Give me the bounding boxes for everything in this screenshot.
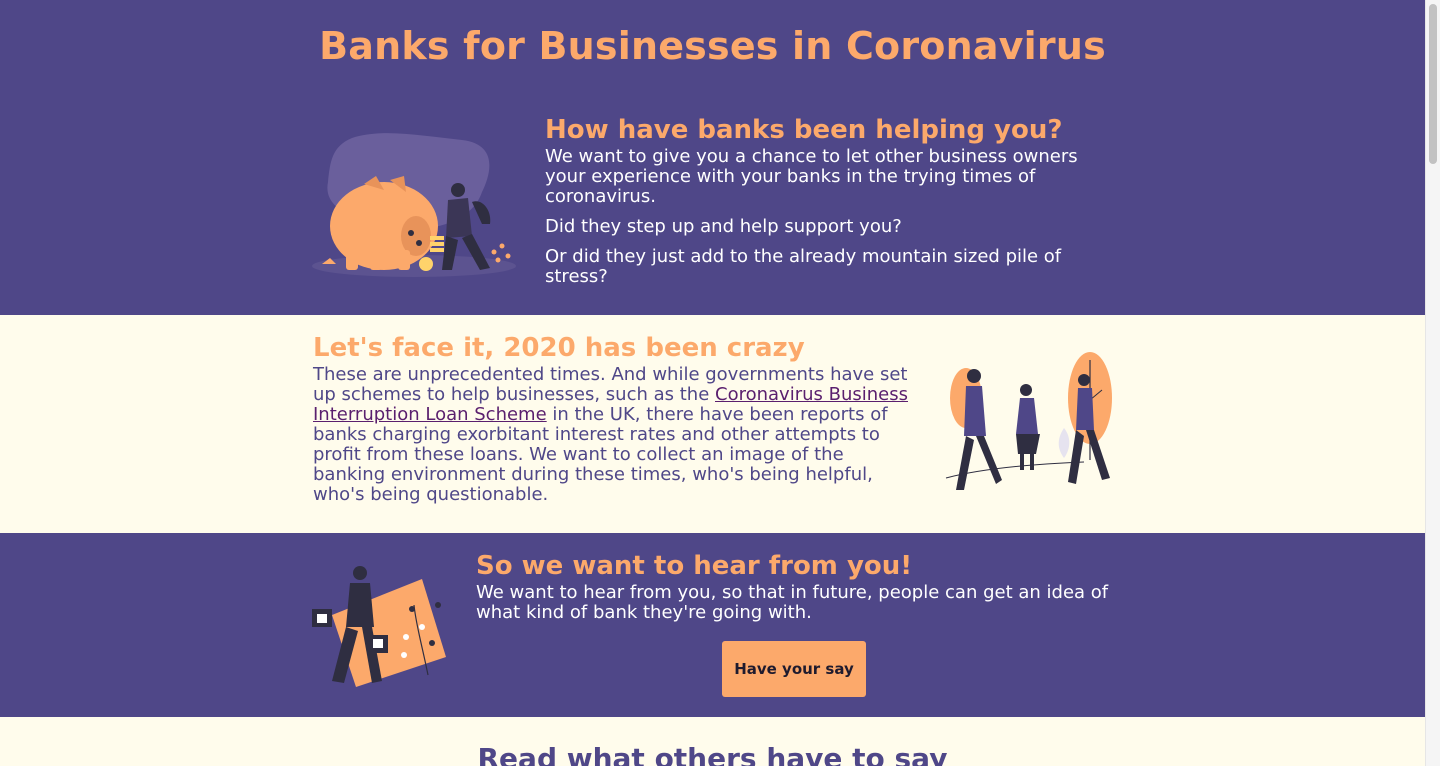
- help-section-text: How have banks been helping you? We want…: [545, 115, 1085, 287]
- page: Banks for Businesses in Coronavirus How …: [0, 0, 1425, 766]
- read-heading: Read what others have to say: [477, 742, 948, 766]
- help-paragraph-2: Did they step up and help support you?: [545, 216, 902, 237]
- page-title: Banks for Businesses in Coronavirus: [319, 24, 1106, 68]
- help-paragraph-3: Or did they just add to the already moun…: [545, 246, 1062, 287]
- crazy-section-text: Let's face it, 2020 has been crazy These…: [313, 333, 913, 505]
- scrollbar-thumb[interactable]: [1429, 4, 1437, 164]
- have-your-say-button[interactable]: Have your say: [722, 641, 866, 697]
- hear-section-text: So we want to hear from you! We want to …: [476, 551, 1116, 623]
- help-heading: How have banks been helping you?: [545, 115, 1063, 145]
- vertical-scrollbar[interactable]: [1425, 0, 1440, 766]
- crazy-heading: Let's face it, 2020 has been crazy: [313, 333, 805, 363]
- crazy-paragraph: These are unprecedented times. And while…: [313, 365, 913, 505]
- feedback-illustration: [312, 566, 446, 687]
- walking-people-illustration: [945, 352, 1112, 490]
- piggy-bank-illustration: [312, 133, 516, 277]
- hear-heading: So we want to hear from you!: [476, 551, 913, 581]
- help-paragraph-1: We want to give you a chance to let othe…: [545, 146, 1078, 207]
- hear-paragraph: We want to hear from you, so that in fut…: [476, 582, 1109, 623]
